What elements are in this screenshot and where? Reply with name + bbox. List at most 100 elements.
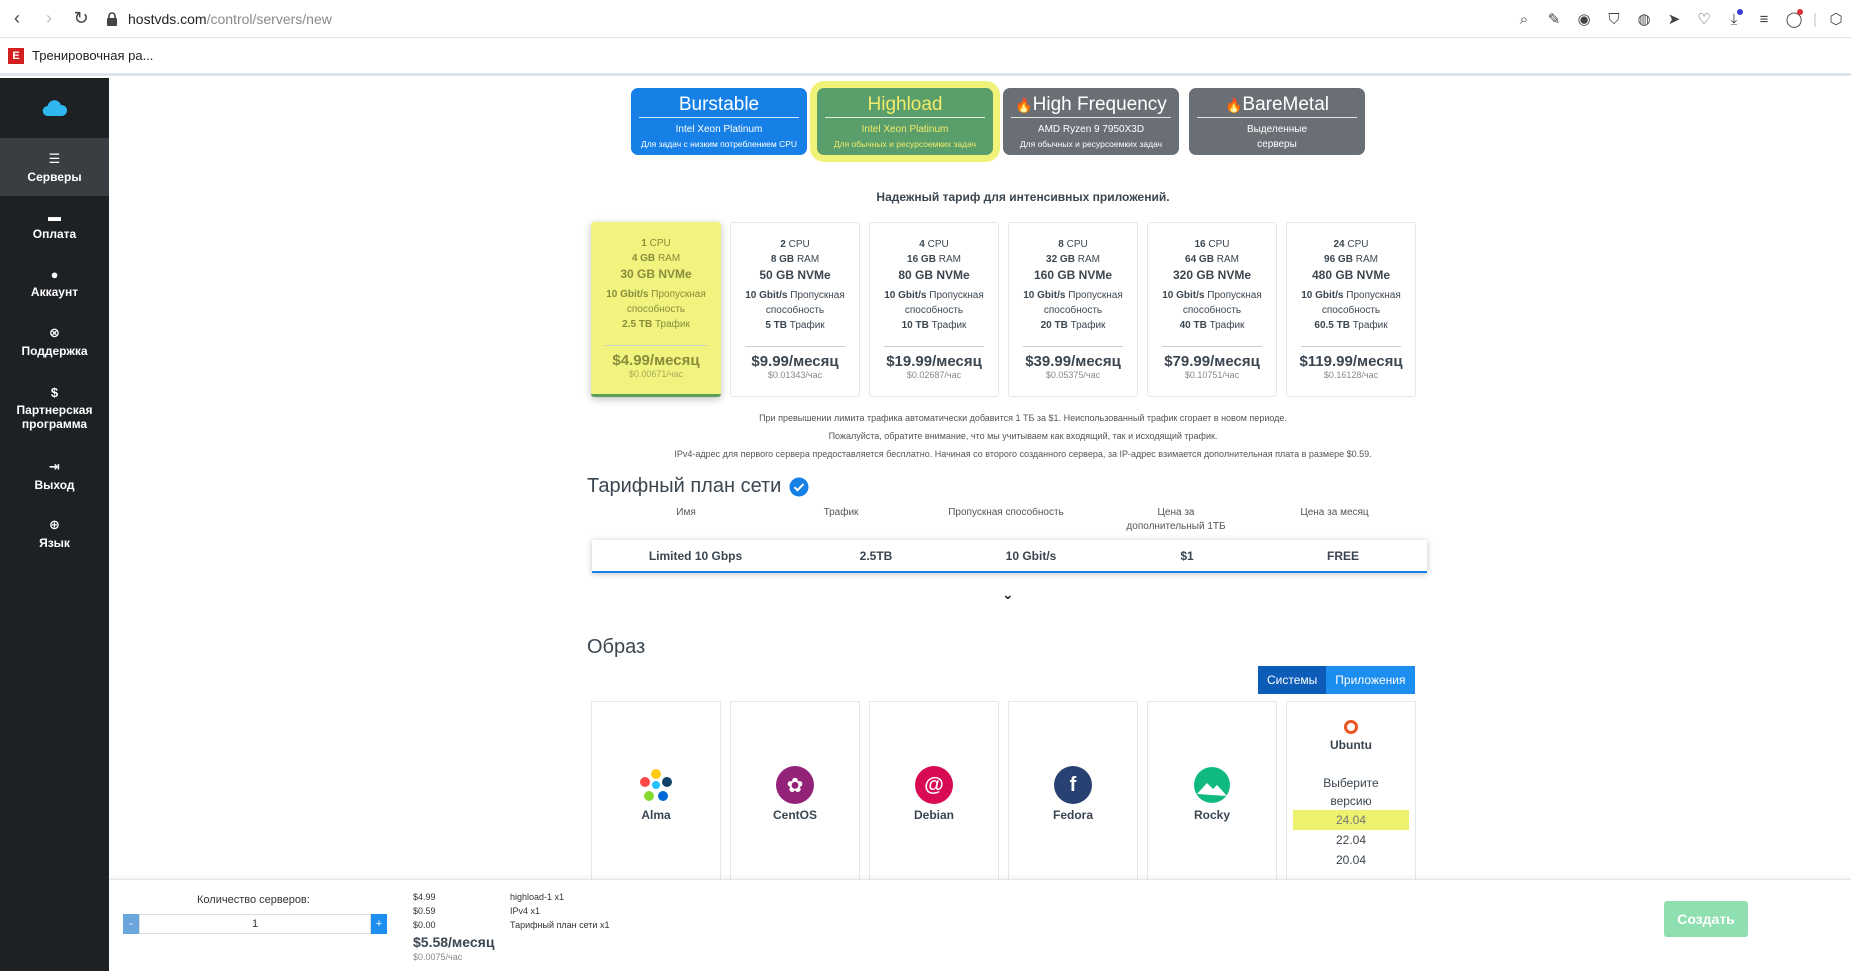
- shield-icon[interactable]: ⛉: [1599, 4, 1629, 34]
- heart-icon[interactable]: ♡: [1689, 4, 1719, 34]
- extension-icon[interactable]: ⬡: [1821, 4, 1851, 34]
- os-name: Ubuntu: [1330, 738, 1372, 752]
- sidebar-item-servers[interactable]: ☰ Серверы: [0, 138, 109, 196]
- sidebar-item-label: Поддержка: [21, 343, 88, 358]
- sidebar: ☰ Серверы ▬ Оплата ● Аккаунт ⊗ Поддержка…: [0, 78, 109, 971]
- check-circle-icon: [789, 477, 809, 496]
- os-card-ubuntu[interactable]: Ubuntu Выберите версию 24.04 22.04 20.04: [1286, 701, 1416, 881]
- bandwidth-label2: способность: [1043, 305, 1103, 316]
- version-option[interactable]: 22.04: [1293, 830, 1409, 850]
- cpu-count: 24: [1333, 239, 1345, 250]
- decrease-button[interactable]: -: [123, 914, 139, 934]
- sidebar-item-label: Аккаунт: [30, 285, 79, 299]
- sidebar-item-support[interactable]: ⊗ Поддержка: [0, 312, 109, 370]
- search-icon[interactable]: ⌕: [1509, 4, 1539, 34]
- hourly-price: $0.01343/час: [767, 370, 823, 380]
- ram-size: 8 GB: [770, 254, 795, 265]
- cpu-count: 2: [780, 239, 786, 250]
- order-footer: Количество серверов: - 1 + $4.99 $0.59 $…: [109, 879, 1851, 971]
- tab-highload[interactable]: Highload Intel Xeon Platinum Для обычных…: [817, 88, 993, 155]
- bandwidth: 10 Gbit/s: [606, 289, 649, 300]
- debian-logo-icon: @: [915, 766, 953, 804]
- tariff-card[interactable]: 1 CPU 4 GB RAM 30 GB NVMe 10 Gbit/s Проп…: [591, 222, 721, 397]
- main-content: Burstable Intel Xeon Platinum Для задач …: [109, 78, 1851, 971]
- sidebar-item-language[interactable]: ⊕ Язык: [0, 504, 109, 562]
- reload-icon[interactable]: ↻: [66, 4, 96, 34]
- monthly-price: $79.99/месяц: [1164, 353, 1260, 370]
- rocky-logo-icon: [1194, 767, 1230, 803]
- menu-icon[interactable]: ≡: [1749, 4, 1779, 34]
- traffic: 2.5 TB: [622, 319, 653, 330]
- plan-cpu: Intel Xeon Platinum: [861, 124, 949, 135]
- profile-icon[interactable]: ◯: [1779, 4, 1809, 34]
- plan-title: High Frequency: [1032, 94, 1167, 115]
- version-option-selected[interactable]: 24.04: [1293, 810, 1409, 830]
- version-option[interactable]: 20.04: [1293, 850, 1409, 870]
- vpn-icon[interactable]: ◍: [1629, 4, 1659, 34]
- item-breakdown: highload-1 x1 IPv4 x1 Тарифный план сети…: [510, 890, 609, 932]
- chevron-down-icon[interactable]: ⌄: [1002, 586, 1014, 603]
- bandwidth-label: Пропускная: [1346, 290, 1401, 301]
- os-card-alma[interactable]: Alma: [591, 701, 721, 881]
- create-button[interactable]: Создать: [1664, 901, 1748, 937]
- cpu-count: 1: [641, 238, 647, 249]
- tariff-card[interactable]: 16 CPU 64 GB RAM 320 GB NVMe 10 Gbit/s П…: [1147, 222, 1277, 397]
- price-breakdown: $4.99 $0.59 $0.00: [413, 890, 436, 932]
- cpu-count: 16: [1194, 239, 1206, 250]
- bookmark-link[interactable]: Тренировочная ра...: [32, 48, 153, 63]
- browser-toolbar: ‹ › ↻ hostvds.com/control/servers/new ⌕ …: [0, 0, 1851, 38]
- tab-baremetal[interactable]: 🔥BareMetal Выделенные серверы: [1189, 88, 1365, 155]
- cpu-unit: CPU: [1066, 239, 1088, 250]
- url-path: /control/servers/new: [206, 10, 332, 27]
- tab-systems[interactable]: Системы: [1258, 666, 1327, 694]
- os-name: Alma: [641, 808, 671, 822]
- os-card-debian[interactable]: @ Debian: [869, 701, 999, 881]
- divider-icon: |: [1813, 10, 1817, 28]
- cell-traffic: 2.5TB: [859, 548, 893, 563]
- line-item: highload-1 x1: [510, 892, 565, 902]
- network-plan-row[interactable]: Limited 10 Gbps 2.5TB 10 Gbit/s $1 FREE: [592, 540, 1427, 573]
- disk-size: 80 GB NVMe: [898, 268, 970, 282]
- tab-burstable[interactable]: Burstable Intel Xeon Platinum Для задач …: [631, 88, 807, 155]
- sidebar-item-logout[interactable]: ⇥ Выход: [0, 446, 109, 504]
- sidebar-item-partner[interactable]: $ Партнерская программа: [0, 370, 109, 446]
- edit-icon[interactable]: ✎: [1539, 4, 1569, 34]
- tariff-card[interactable]: 4 CPU 16 GB RAM 80 GB NVMe 10 Gbit/s Про…: [869, 222, 999, 397]
- tariff-card[interactable]: 2 CPU 8 GB RAM 50 GB NVMe 10 Gbit/s Проп…: [730, 222, 860, 397]
- sidebar-item-label: Язык: [39, 535, 70, 550]
- download-icon[interactable]: ⤓: [1719, 4, 1749, 34]
- camera-icon[interactable]: ◉: [1569, 4, 1599, 34]
- plan-description: серверы: [1257, 139, 1297, 150]
- tab-high-frequency[interactable]: 🔥High Frequency AMD Ryzen 9 7950X3D Для …: [1003, 88, 1179, 155]
- sidebar-item-account[interactable]: ● Аккаунт: [0, 254, 109, 312]
- divider: [745, 346, 845, 347]
- back-icon[interactable]: ‹: [2, 4, 32, 34]
- tab-applications[interactable]: Приложения: [1326, 666, 1415, 694]
- alma-logo-icon: [640, 769, 672, 801]
- os-card-centos[interactable]: ✿ CentOS: [730, 701, 860, 881]
- plan-description: Для задач с низким потреблением CPU: [640, 139, 798, 149]
- plan-title: Burstable: [639, 94, 799, 118]
- send-icon[interactable]: ➤: [1659, 4, 1689, 34]
- sidebar-item-payment[interactable]: ▬ Оплата: [0, 196, 109, 254]
- quantity-input[interactable]: 1: [139, 914, 371, 934]
- address-bar[interactable]: hostvds.com/control/servers/new: [104, 11, 332, 27]
- note: IPv4-адрес для первого сервера предостав…: [674, 449, 1372, 459]
- version-prompt-2: версию: [1330, 794, 1372, 808]
- forward-icon[interactable]: ›: [34, 4, 64, 34]
- disk-size: 480 GB NVMe: [1311, 268, 1391, 282]
- ram-size: 32 GB: [1046, 254, 1075, 265]
- disk-size: 160 GB NVMe: [1033, 268, 1113, 282]
- os-card-fedora[interactable]: f Fedora: [1008, 701, 1138, 881]
- url-host: hostvds.com: [128, 10, 207, 27]
- logo[interactable]: [0, 78, 109, 138]
- hourly-price: $0.10751/час: [1184, 370, 1240, 380]
- col-bandwidth: Пропускная способность: [948, 507, 1064, 518]
- card-icon: ▬: [48, 209, 61, 224]
- ram-size: 4 GB: [631, 253, 656, 264]
- tariff-card[interactable]: 8 CPU 32 GB RAM 160 GB NVMe 10 Gbit/s Пр…: [1008, 222, 1138, 397]
- os-card-rocky[interactable]: Rocky: [1147, 701, 1277, 881]
- tariff-cards: 1 CPU 4 GB RAM 30 GB NVMe 10 Gbit/s Проп…: [591, 222, 1416, 397]
- increase-button[interactable]: +: [371, 914, 387, 934]
- tariff-card[interactable]: 24 CPU 96 GB RAM 480 GB NVMe 10 Gbit/s П…: [1286, 222, 1416, 397]
